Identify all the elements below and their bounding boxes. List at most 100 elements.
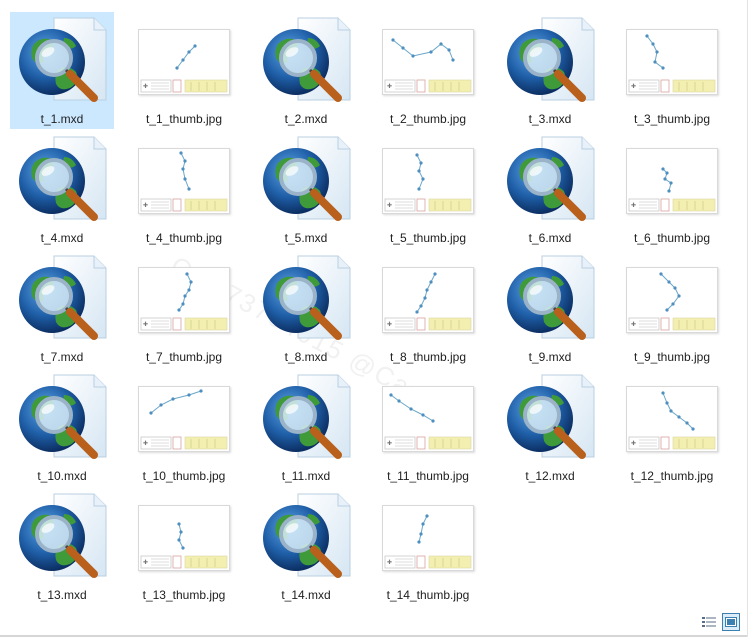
svg-text:✚: ✚ (143, 202, 148, 209)
svg-text:✚: ✚ (631, 83, 636, 90)
svg-text:✚: ✚ (631, 202, 636, 209)
file-item[interactable]: ✚ t_13_thumb.jpg (132, 488, 236, 605)
file-name-label: t_7.mxd (40, 350, 84, 364)
globe-magnifier-document-icon (258, 14, 354, 110)
file-item[interactable]: ✚ t_5_thumb.jpg (376, 131, 480, 248)
globe-magnifier-document-icon (258, 371, 354, 467)
globe-magnifier-document-icon (14, 371, 110, 467)
globe-magnifier-document-icon (258, 490, 354, 586)
file-item[interactable]: ✚ t_3_thumb.jpg (620, 12, 724, 129)
thumbnail-frame: ✚ (136, 490, 232, 586)
globe-magnifier-document-icon (258, 133, 354, 229)
map-thumbnail-icon: ✚ (382, 148, 474, 214)
file-name-label: t_12.mxd (525, 469, 575, 483)
thumbnail-frame: ✚ (624, 252, 720, 348)
file-item[interactable]: t_4.mxd (10, 131, 114, 248)
file-name-label: t_7_thumb.jpg (145, 350, 223, 364)
details-view-button[interactable] (700, 613, 718, 631)
file-item[interactable]: t_10.mxd (10, 369, 114, 486)
file-name-label: t_4_thumb.jpg (145, 231, 223, 245)
file-item[interactable]: t_2.mxd (254, 12, 358, 129)
file-name-label: t_9.mxd (528, 350, 572, 364)
svg-text:✚: ✚ (143, 440, 148, 447)
thumbnail-frame: ✚ (136, 133, 232, 229)
file-item[interactable]: ✚ t_4_thumb.jpg (132, 131, 236, 248)
map-thumbnail-icon: ✚ (382, 386, 474, 452)
large-icons-view-button[interactable] (722, 613, 740, 631)
file-item[interactable]: t_8.mxd (254, 250, 358, 367)
map-thumbnail-icon: ✚ (626, 148, 718, 214)
file-name-label: t_11_thumb.jpg (387, 469, 469, 483)
globe-magnifier-document-icon (14, 252, 110, 348)
file-item[interactable]: ✚ t_6_thumb.jpg (620, 131, 724, 248)
file-item[interactable]: t_13.mxd (10, 488, 114, 605)
file-name-label: t_10.mxd (37, 469, 87, 483)
map-thumbnail-icon: ✚ (138, 505, 230, 571)
file-name-label: t_9_thumb.jpg (633, 350, 711, 364)
file-name-label: t_6_thumb.jpg (633, 231, 711, 245)
file-item[interactable]: t_14.mxd (254, 488, 358, 605)
file-item[interactable]: ✚ t_2_thumb.jpg (376, 12, 480, 129)
thumbnail-frame: ✚ (380, 490, 476, 586)
thumbnail-frame: ✚ (624, 371, 720, 467)
large-icons-view-icon (725, 617, 737, 627)
file-name-label: t_1_thumb.jpg (145, 112, 223, 126)
file-item[interactable]: t_3.mxd (498, 12, 602, 129)
map-thumbnail-icon: ✚ (382, 267, 474, 333)
thumbnail-frame: ✚ (380, 252, 476, 348)
details-view-icon (702, 617, 716, 627)
map-thumbnail-icon: ✚ (138, 386, 230, 452)
file-name-label: t_3.mxd (528, 112, 572, 126)
file-name-label: t_5_thumb.jpg (389, 231, 467, 245)
svg-text:✚: ✚ (387, 559, 392, 566)
svg-text:✚: ✚ (387, 440, 392, 447)
file-name-label: t_8.mxd (284, 350, 328, 364)
file-item[interactable]: t_9.mxd (498, 250, 602, 367)
file-grid: t_1.mxd ✚ t_1_thumb.jpg t_2.mxd ✚ t_2_th… (10, 12, 724, 607)
svg-text:✚: ✚ (143, 559, 148, 566)
file-name-label: t_8_thumb.jpg (389, 350, 467, 364)
file-name-label: t_2_thumb.jpg (389, 112, 467, 126)
file-item[interactable]: t_6.mxd (498, 131, 602, 248)
globe-magnifier-document-icon (502, 252, 598, 348)
file-name-label: t_13_thumb.jpg (142, 588, 226, 602)
file-name-label: t_2.mxd (284, 112, 328, 126)
svg-text:✚: ✚ (387, 83, 392, 90)
file-item[interactable]: t_1.mxd (10, 12, 114, 129)
file-name-label: t_13.mxd (37, 588, 87, 602)
file-item[interactable]: ✚ t_7_thumb.jpg (132, 250, 236, 367)
file-item[interactable]: ✚ t_11_thumb.jpg (376, 369, 480, 486)
file-name-label: t_12_thumb.jpg (630, 469, 714, 483)
file-name-label: t_3_thumb.jpg (633, 112, 711, 126)
globe-magnifier-document-icon (258, 252, 354, 348)
file-name-label: t_14_thumb.jpg (386, 588, 470, 602)
view-switcher (700, 613, 740, 631)
file-item[interactable]: ✚ t_14_thumb.jpg (376, 488, 480, 605)
file-item[interactable]: t_5.mxd (254, 131, 358, 248)
file-item[interactable]: ✚ t_12_thumb.jpg (620, 369, 724, 486)
thumbnail-frame: ✚ (624, 133, 720, 229)
file-item[interactable]: ✚ t_8_thumb.jpg (376, 250, 480, 367)
file-name-label: t_4.mxd (40, 231, 84, 245)
map-thumbnail-icon: ✚ (626, 386, 718, 452)
map-thumbnail-icon: ✚ (138, 29, 230, 95)
thumbnail-frame: ✚ (136, 371, 232, 467)
globe-magnifier-document-icon (502, 133, 598, 229)
file-item[interactable]: t_7.mxd (10, 250, 114, 367)
globe-magnifier-document-icon (14, 133, 110, 229)
globe-magnifier-document-icon (14, 14, 110, 110)
file-item[interactable]: t_11.mxd (254, 369, 358, 486)
map-thumbnail-icon: ✚ (626, 267, 718, 333)
file-name-label: t_5.mxd (284, 231, 328, 245)
svg-text:✚: ✚ (143, 321, 148, 328)
file-name-label: t_10_thumb.jpg (142, 469, 226, 483)
file-name-label: t_11.mxd (281, 469, 331, 483)
file-item[interactable]: ✚ t_10_thumb.jpg (132, 369, 236, 486)
file-item[interactable]: ✚ t_1_thumb.jpg (132, 12, 236, 129)
thumbnail-frame: ✚ (380, 371, 476, 467)
file-item[interactable]: ✚ t_9_thumb.jpg (620, 250, 724, 367)
map-thumbnail-icon: ✚ (626, 29, 718, 95)
file-item[interactable]: t_12.mxd (498, 369, 602, 486)
file-name-label: t_6.mxd (528, 231, 572, 245)
file-name-label: t_1.mxd (40, 112, 84, 126)
